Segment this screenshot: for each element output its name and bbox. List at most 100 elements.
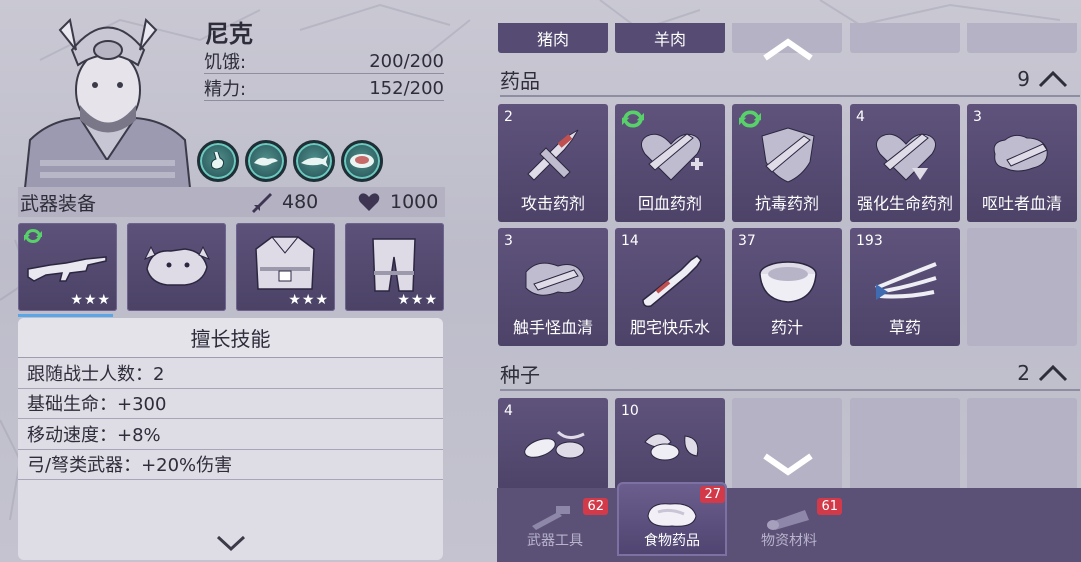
- count-badge: 62: [583, 498, 608, 515]
- section-count: 2: [1017, 361, 1080, 385]
- item-herbal-soup[interactable]: 37 药汁: [732, 228, 842, 346]
- item-heal-potion[interactable]: 回血药剂: [615, 104, 725, 222]
- tools-icon: [532, 506, 570, 530]
- equip-slot-body[interactable]: ★★★: [236, 223, 335, 311]
- empty-slot: [850, 23, 960, 53]
- count-badge: 61: [817, 498, 842, 515]
- item-name: 触手怪血清: [512, 318, 593, 337]
- item-name: 药汁: [770, 318, 803, 337]
- pants-icon: [372, 238, 416, 292]
- equip-slot-head[interactable]: [127, 223, 226, 311]
- food-item-pork[interactable]: 猪肉: [498, 23, 608, 53]
- count-value: 2: [1017, 361, 1030, 385]
- skills-title: 擅长技能: [18, 318, 443, 358]
- shark-icon[interactable]: [293, 140, 335, 182]
- item-qty: 10: [621, 403, 639, 419]
- chevron-up-icon[interactable]: [1038, 364, 1068, 382]
- item-herb[interactable]: 193 草药: [850, 228, 960, 346]
- boar-mask-icon: [143, 245, 211, 286]
- item-qty: 37: [738, 233, 756, 249]
- vial-icon: [993, 134, 1048, 172]
- item-tentacle-serum[interactable]: 3 触手怪血清: [498, 228, 608, 346]
- lizard-icon[interactable]: [245, 140, 287, 182]
- item-qty: 4: [856, 109, 865, 125]
- trait-icons: [197, 140, 383, 182]
- health-value: 1000: [390, 191, 439, 213]
- skill-line: 基础生命：+300: [18, 389, 443, 419]
- syringe-heart-icon: [641, 133, 703, 181]
- item-name: 呕吐者血清: [981, 194, 1062, 213]
- stat-energy: 精力: 152/200: [204, 76, 444, 101]
- medicine-section-header[interactable]: 药品 9: [500, 63, 1080, 97]
- empty-slot: [967, 398, 1077, 490]
- star-rating: ★★★: [397, 292, 438, 308]
- equip-slot-weapon[interactable]: ★★★: [18, 223, 117, 317]
- syringe-shield-icon: [761, 127, 815, 183]
- meat-icon: [647, 503, 697, 527]
- count-badge: 27: [700, 486, 725, 503]
- herb-icon: [875, 262, 937, 300]
- seed-leaf-icon: [644, 433, 699, 461]
- seeds-section-header[interactable]: 种子 2: [500, 357, 1080, 391]
- character-portrait: [23, 17, 192, 188]
- chevron-up-icon[interactable]: [1038, 70, 1068, 88]
- selected-indicator: [18, 314, 113, 317]
- item-antidote[interactable]: 抗毒药剂: [732, 104, 842, 222]
- sword-icon: [252, 193, 272, 213]
- item-seed-leaf[interactable]: 10: [615, 398, 725, 490]
- item-soda[interactable]: 14 肥宅快乐水: [615, 228, 725, 346]
- star-rating: ★★★: [70, 292, 111, 308]
- equipment-header: 武器装备 480 1000: [18, 187, 445, 217]
- stomach-icon[interactable]: [197, 140, 239, 182]
- item-name: 回血药剂: [637, 194, 702, 213]
- rifle-icon: [27, 256, 107, 282]
- food-item-mutton[interactable]: 羊肉: [615, 23, 725, 53]
- bowl-icon: [759, 261, 817, 303]
- item-enhanced-life-potion[interactable]: 4 强化生命药剂: [850, 104, 960, 222]
- tab-label: 武器工具: [527, 533, 583, 549]
- item-qty: 14: [621, 233, 639, 249]
- tab-label: 食物药品: [644, 533, 700, 549]
- item-attack-potion[interactable]: 2 攻击药剂: [498, 104, 608, 222]
- item-name: 草药: [888, 318, 921, 337]
- empty-slot: [850, 398, 960, 490]
- attack-stat: 480: [250, 191, 318, 213]
- plate-icon[interactable]: [341, 140, 383, 182]
- equipment-title: 武器装备: [20, 192, 97, 215]
- item-qty: 4: [504, 403, 513, 419]
- stat-label: 饥饿:: [204, 52, 247, 73]
- count-value: 9: [1017, 67, 1030, 91]
- tab-weapons-tools[interactable]: 62 武器工具: [500, 494, 610, 556]
- item-name: 强化生命药剂: [856, 194, 953, 213]
- character-name: 尼克: [205, 20, 253, 48]
- item-name: 肥宅快乐水: [629, 318, 710, 337]
- empty-slot: [967, 23, 1077, 53]
- tab-materials[interactable]: 61 物资材料: [734, 494, 844, 556]
- chevron-down-icon[interactable]: [216, 534, 246, 552]
- category-tab-bar: 62 武器工具 27 食物药品 61 物资材料: [497, 482, 1081, 562]
- scroll-up-chevron-icon[interactable]: [762, 38, 814, 62]
- heart-icon: [358, 193, 380, 211]
- skill-line: 跟随战士人数：2: [18, 358, 443, 389]
- section-count: 9: [1017, 67, 1080, 91]
- item-seed[interactable]: 4: [498, 398, 608, 490]
- item-vomiter-serum[interactable]: 3 呕吐者血清: [967, 104, 1077, 222]
- empty-slot: [967, 228, 1077, 346]
- scroll-down-chevron-icon[interactable]: [762, 452, 814, 476]
- attack-value: 480: [282, 191, 319, 213]
- skills-panel: 擅长技能 跟随战士人数：2 基础生命：+300 移动速度：+8% 弓/弩类武器：…: [18, 318, 443, 560]
- tab-label: 物资材料: [761, 533, 817, 549]
- log-icon: [767, 510, 809, 530]
- jacket-icon: [255, 236, 315, 290]
- tab-food-medicine[interactable]: 27 食物药品: [617, 482, 727, 556]
- item-qty: 3: [973, 109, 982, 125]
- skill-line: 移动速度：+8%: [18, 419, 443, 450]
- skill-line: 弓/弩类武器：+20%伤害: [18, 450, 443, 480]
- star-rating: ★★★: [288, 292, 329, 308]
- vial-tentacle-icon: [525, 262, 585, 296]
- stat-hunger: 饥饿: 200/200: [204, 49, 444, 74]
- empty-slot: [732, 398, 842, 490]
- equip-slot-legs[interactable]: ★★★: [345, 223, 444, 311]
- stat-label: 精力:: [204, 79, 247, 100]
- item-qty: 3: [504, 233, 513, 249]
